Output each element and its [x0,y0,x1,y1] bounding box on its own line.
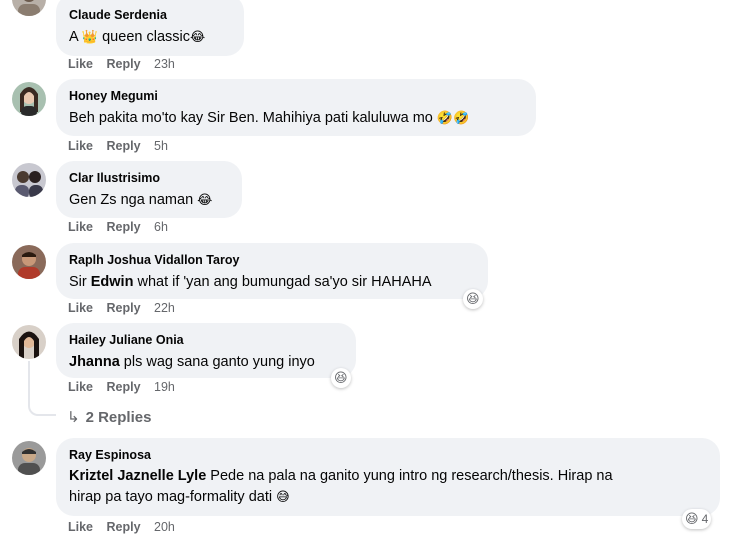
haha-reaction-icon: 😆 [334,370,348,386]
reaction-badge[interactable]: 😆 4 [682,509,712,529]
comment-timestamp[interactable]: 5h [154,139,168,153]
comment-text: A 👑 queen classic😂 [69,29,206,45]
reply-button[interactable]: Reply [107,520,141,534]
avatar[interactable] [12,245,46,279]
crown-emoji-icon: 👑 [81,30,99,45]
comment-actions: Like Reply 19h [68,380,185,394]
reply-button[interactable]: Reply [107,220,141,234]
like-button[interactable]: Like [68,139,93,153]
comment-author[interactable]: Hailey Juliane Onia [69,332,343,348]
reply-thread-line [28,361,56,416]
reaction-count: 4 [701,512,709,526]
avatar[interactable] [12,0,46,16]
comment-author[interactable]: Ray Espinosa [69,447,707,463]
mention-link[interactable]: Kriztel Jaznelle Lyle [69,468,206,484]
reaction-badge[interactable]: 😆 [331,368,351,388]
reaction-badge[interactable]: 😆 [463,289,483,309]
haha-reaction-icon: 😆 [466,291,480,307]
comment-timestamp[interactable]: 22h [154,301,175,315]
like-button[interactable]: Like [68,57,93,71]
view-replies-button[interactable]: ↳ 2 Replies [67,408,151,426]
avatar[interactable] [12,163,46,197]
reply-button[interactable]: Reply [107,301,141,315]
comment-actions: Like Reply 22h [68,301,185,315]
comment-bubble: Claude Serdenia A 👑 queen classic😂 [56,0,244,56]
comment-actions: Like Reply 6h [68,220,178,234]
rolling-laughing-emoji-icon: 🤣🤣 [436,111,470,126]
laughing-emoji-icon: 😂 [189,30,206,45]
reply-button[interactable]: Reply [107,380,141,394]
comment-text: Gen Zs nga naman 😂 [69,192,213,208]
comment-timestamp[interactable]: 19h [154,380,175,394]
mention-link[interactable]: Jhanna [69,354,120,370]
comment-bubble: Ray Espinosa Kriztel Jaznelle Lyle Pede … [56,438,720,516]
comment-text: Jhanna pls wag sana ganto yung inyo [69,354,315,370]
laughing-emoji-icon: 😂 [197,193,213,208]
comment-author[interactable]: Raplh Joshua Vidallon Taroy [69,252,475,268]
like-button[interactable]: Like [68,220,93,234]
sweat-smile-emoji-icon: 😅 [276,490,290,505]
avatar[interactable] [12,82,46,116]
replies-count-label: 2 Replies [85,409,152,426]
comment-actions: Like Reply 5h [68,139,178,153]
comment-bubble: Hailey Juliane Onia Jhanna pls wag sana … [56,323,356,378]
like-button[interactable]: Like [68,520,93,534]
comment-author[interactable]: Honey Megumi [69,88,523,104]
comment-timestamp[interactable]: 6h [154,220,168,234]
comment-author[interactable]: Clar Ilustrisimo [69,170,229,186]
like-button[interactable]: Like [68,380,93,394]
reply-arrow-icon: ↳ [67,408,80,426]
comment-text: Beh pakita mo'to kay Sir Ben. Mahihiya p… [69,110,470,126]
comment-text: Sir Edwin what if 'yan ang bumungad sa'y… [69,274,432,290]
haha-reaction-icon: 😆 [685,511,699,527]
comment-bubble: Clar Ilustrisimo Gen Zs nga naman 😂 [56,161,242,218]
comment-bubble: Honey Megumi Beh pakita mo'to kay Sir Be… [56,79,536,136]
comment-actions: Like Reply 20h [68,520,185,534]
comment-author[interactable]: Claude Serdenia [69,7,231,23]
comment-timestamp[interactable]: 23h [154,57,175,71]
comment-actions: Like Reply 23h [68,57,185,71]
reply-button[interactable]: Reply [107,139,141,153]
comment-text-line2: hirap pa tayo mag-formality dati 😅 [69,489,290,505]
comment-text: Kriztel Jaznelle Lyle Pede na pala na ga… [69,468,613,484]
comment-bubble: Raplh Joshua Vidallon Taroy Sir Edwin wh… [56,243,488,299]
mention-link[interactable]: Edwin [91,274,134,290]
comment-timestamp[interactable]: 20h [154,520,175,534]
avatar[interactable] [12,441,46,475]
like-button[interactable]: Like [68,301,93,315]
avatar[interactable] [12,325,46,359]
reply-button[interactable]: Reply [107,57,141,71]
